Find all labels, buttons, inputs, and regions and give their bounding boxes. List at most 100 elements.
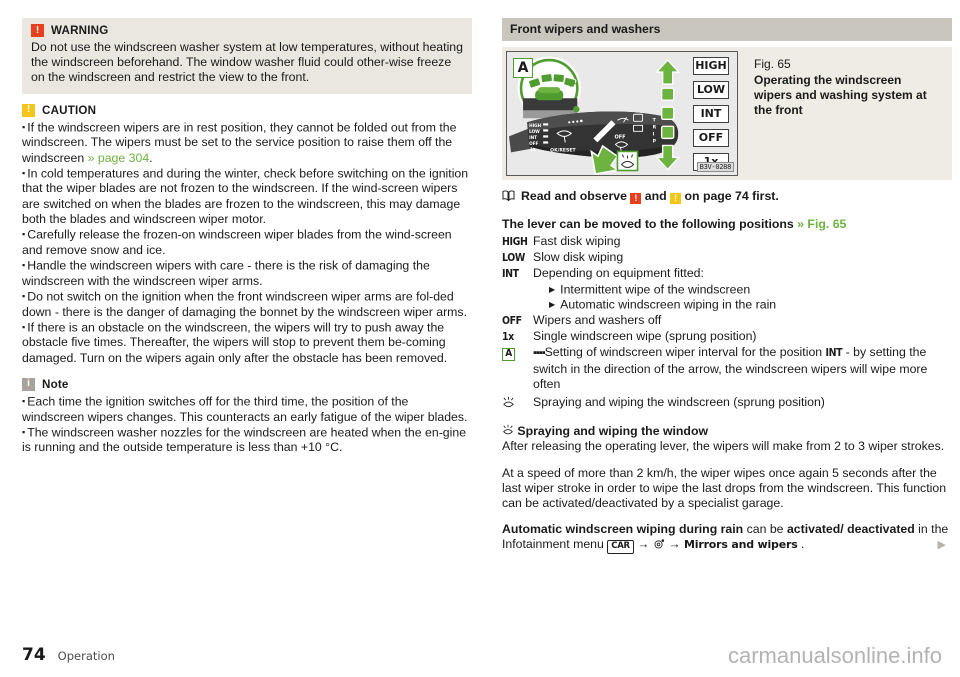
gear-icon — [654, 539, 665, 549]
list-item-text: The windscreen washer nozzles for the wi… — [22, 425, 467, 455]
washer-symbol-box — [616, 150, 639, 172]
position-row-a: A ▪▪▪▪Setting of windscreen wiper interv… — [502, 345, 952, 392]
list-item-text: Each time the ignition switches off for … — [22, 394, 468, 424]
position-desc-a-pre: Setting of windscreen wiper interval for… — [544, 345, 826, 360]
figure-number: Fig. 65 — [754, 57, 791, 71]
caution-block: ! CAUTION ▪ If the windscreen wipers are … — [22, 103, 472, 366]
figure-caption: Fig. 65 Operating the windscreen wipers … — [742, 47, 952, 180]
menu-arrow-2: → — [668, 537, 681, 552]
svg-text:HIGH: HIGH — [529, 123, 542, 128]
read-and-observe-text: Read and observe ! and ! on page 74 firs… — [521, 189, 779, 204]
position-term-spray — [502, 395, 533, 413]
position-sub-list: ▶ Intermittent wipe of the windscreen ▶ Au… — [533, 282, 952, 313]
position-row-off: OFF Wipers and washers off — [502, 313, 952, 329]
page-xref[interactable]: » page 304 — [88, 151, 150, 165]
wiper-spray-icon — [503, 396, 514, 408]
read-prefix: Read and observe — [521, 189, 627, 203]
note-title: Note — [42, 377, 69, 391]
left-column: ! WARNING Do not use the windscreen wash… — [22, 18, 472, 554]
figure-image: HIGH LOW INT OFF 1x OK/RESET OFF T R I P… — [506, 51, 738, 176]
info-icon: i — [22, 377, 35, 391]
lever-positions-heading: The lever can be moved to the following … — [502, 217, 952, 232]
section-heading: Front wipers and washers — [502, 18, 952, 41]
position-term-a: A — [502, 345, 533, 392]
list-item: ▪ Each time the ignition switches off for… — [22, 394, 472, 425]
list-item-text: Handle the windscreen wipers with care -… — [22, 258, 430, 288]
auto-rain-paragraph: Automatic windscreen wiping during rain … — [502, 522, 952, 554]
list-item: ▪ Do not switch on the ignition when the … — [22, 289, 472, 320]
read-suffix: on page 74 first. — [684, 189, 779, 203]
bullet-square: ▪ — [22, 229, 26, 240]
caution-title: CAUTION — [42, 103, 97, 117]
lever-positions-list: HIGH Fast disk wiping LOW Slow disk wipi… — [502, 234, 952, 413]
auto-rain-mid: can be — [743, 522, 787, 537]
sub-list-item-text: Automatic windscreen wiping in the rain — [560, 297, 777, 312]
figure-xref[interactable]: » Fig. 65 — [797, 217, 846, 231]
position-desc-spray: Spraying and wiping the windscreen (spru… — [533, 395, 825, 410]
bullet-square: ▪ — [22, 321, 26, 332]
position-term-1x: 1x — [502, 331, 514, 344]
caution-header: ! CAUTION — [22, 103, 472, 117]
position-term-high: HIGH — [502, 236, 528, 248]
bullet-square: ▪ — [22, 259, 26, 270]
two-column-layout: ! WARNING Do not use the windscreen wash… — [0, 0, 960, 554]
book-icon — [502, 190, 515, 205]
svg-text:I: I — [653, 131, 655, 137]
read-conjunction: and — [644, 189, 667, 203]
chip-high: HIGH — [693, 57, 729, 75]
position-desc-a: ▪▪▪▪Setting of windscreen wiper interval… — [533, 345, 952, 392]
chip-off: OFF — [693, 129, 729, 147]
chip-low: LOW — [693, 81, 729, 99]
warning-icon: ! — [630, 193, 642, 204]
warning-icon: ! — [31, 24, 44, 37]
spray-section-heading: Spraying and wiping the window — [502, 424, 952, 439]
position-row-spray: Spraying and wiping the windscreen (spru… — [502, 395, 952, 413]
callout-a-box: A — [502, 347, 515, 361]
chapter-name: Operation — [57, 649, 115, 663]
position-desc-1x: Single windscreen wipe (sprung position) — [533, 329, 757, 344]
page-number: 74 — [22, 645, 46, 665]
list-item: ▪ Handle the windscreen wipers with care … — [22, 258, 472, 289]
right-column: Front wipers and washers HIGH LOW INT OF… — [502, 18, 952, 554]
position-row-1x: 1x Single windscreen wipe (sprung positi… — [502, 329, 952, 345]
position-desc-low: Slow disk wiping — [533, 250, 624, 265]
menu-item-mirrors-and-wipers[interactable]: Mirrors and wipers — [684, 538, 798, 551]
bullet-square: ▪ — [22, 290, 26, 301]
callout-a-label: A — [513, 58, 533, 78]
svg-text:LOW: LOW — [529, 129, 540, 134]
warning-header: ! WARNING — [31, 24, 463, 37]
position-term-off: OFF — [502, 315, 522, 328]
chip-int: INT — [693, 105, 729, 123]
list-item: ▪ If the windscreen wipers are in rest po… — [22, 120, 472, 166]
bullet-square: ▪ — [22, 395, 26, 406]
warning-text: Do not use the windscreen washer system … — [31, 40, 463, 85]
svg-text:INT: INT — [529, 135, 537, 140]
position-desc-high: Fast disk wiping — [533, 234, 621, 248]
spray-paragraph-1: After releasing the operating lever, the… — [502, 439, 945, 454]
figure-description: Operating the windscreen wipers and wash… — [754, 73, 927, 117]
spray-paragraph-2: At a speed of more than 2 km/h, the wipe… — [502, 465, 947, 511]
menu-arrow-1: → — [637, 537, 650, 552]
list-item-text: Carefully release the frozen-on windscre… — [22, 227, 452, 257]
svg-text:OK/RESET: OK/RESET — [550, 147, 576, 153]
list-item-tail: . — [149, 150, 153, 165]
auto-rain-bold-1: Automatic windscreen wiping during rain — [502, 522, 744, 537]
position-desc-a-int: INT — [825, 347, 843, 360]
list-item: ▪ If there is an obstacle on the windscre… — [22, 320, 472, 366]
svg-text:R: R — [653, 124, 657, 130]
car-button-chip[interactable]: CAR — [607, 539, 634, 554]
list-item: ▪ In cold temperatures and during the win… — [22, 166, 472, 227]
list-item: ▪ The windscreen washer nozzles for the w… — [22, 425, 472, 456]
sub-list-item-text: Intermittent wipe of the windscreen — [560, 282, 751, 297]
list-item-text: In cold temperatures and during the wint… — [22, 166, 469, 226]
manual-page: ! WARNING Do not use the windscreen wash… — [0, 0, 960, 677]
warning-title: WARNING — [51, 24, 109, 37]
wiper-spray-icon — [503, 425, 513, 435]
list-item: ▪ Carefully release the frozen-on windscr… — [22, 227, 472, 258]
list-item-text: Do not switch on the ignition when the f… — [22, 289, 467, 319]
warning-box: ! WARNING Do not use the windscreen wash… — [22, 18, 472, 94]
note-header: i Note — [22, 377, 472, 391]
svg-text:OFF: OFF — [614, 134, 625, 140]
lever-heading-text: The lever can be moved to the following … — [502, 217, 794, 231]
triangle-bullet-icon: ▶ — [549, 300, 556, 310]
